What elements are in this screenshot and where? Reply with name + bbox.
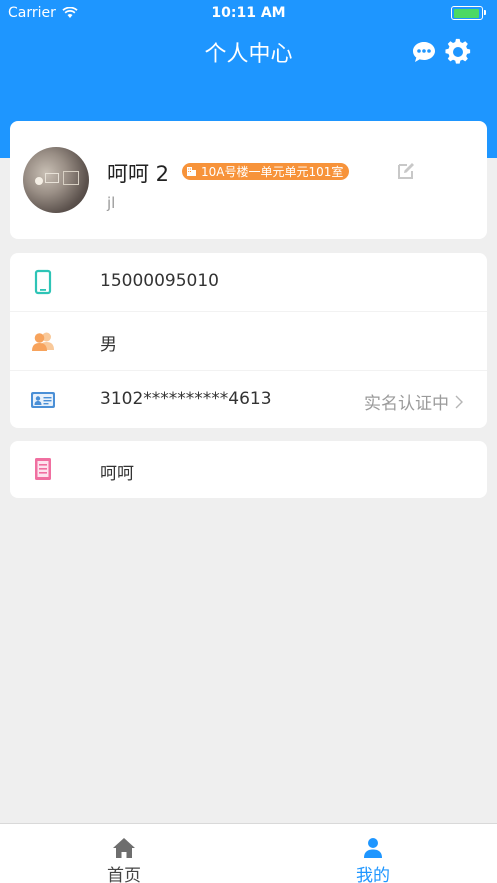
profile-screen: Carrier 10:11 AM 个人中心 呵呵 2 10A号楼一单元单元101… [0,0,497,883]
avatar[interactable] [23,147,89,213]
edit-icon[interactable] [396,161,416,181]
note-text: 呵呵 [100,464,134,484]
status-bar: Carrier 10:11 AM [0,0,497,26]
gear-icon[interactable] [444,38,472,66]
tab-mine-label: 我的 [356,866,390,883]
chevron-right-icon [455,395,463,408]
user-icon [364,838,382,858]
id-card-icon [31,392,55,408]
tab-bar: 首页 我的 [0,823,497,883]
address-badge: 10A号楼一单元单元101室 [182,163,350,180]
people-icon [32,332,54,351]
id-row[interactable]: 3102**********4613 实名认证中 [10,370,487,428]
note-row[interactable]: 呵呵 [10,441,487,499]
gender-value: 男 [100,335,117,355]
info-card: 15000095010 男 3102**********4613 实名认证中 [10,253,487,428]
chat-bubble-icon[interactable] [410,38,438,66]
tab-mine[interactable]: 我的 [249,824,497,883]
user-subtitle: jl [107,194,116,212]
tab-home-label: 首页 [107,866,141,883]
verification-label: 实名认证中 [364,394,449,414]
gender-row[interactable]: 男 [10,311,487,369]
document-icon [35,458,51,480]
status-time: 10:11 AM [211,5,286,21]
phone-icon [34,269,52,295]
profile-card[interactable]: 呵呵 2 10A号楼一单元单元101室 jl [10,121,487,239]
tab-home[interactable]: 首页 [0,824,248,883]
id-number: 3102**********4613 [100,389,272,409]
phone-number: 15000095010 [100,271,219,291]
battery-icon [451,6,486,20]
user-name: 呵呵 2 [107,162,170,186]
phone-row[interactable]: 15000095010 [10,253,487,311]
home-icon [113,838,135,858]
note-card[interactable]: 呵呵 [10,441,487,498]
building-icon [187,167,196,176]
verification-status[interactable]: 实名认证中 [364,389,463,414]
address-label: 10A号楼一单元单元101室 [201,165,344,179]
